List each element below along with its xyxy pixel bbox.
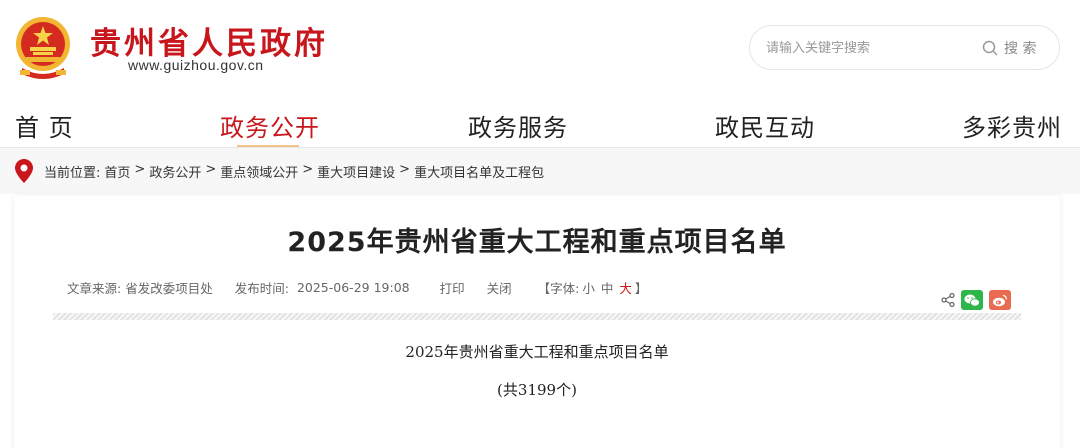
source-label: 文章来源:	[67, 281, 122, 296]
print-link[interactable]: 打印	[440, 278, 465, 297]
breadcrumb: 当前位置: 首页 > 政务公开 > 重点领域公开 > 重大项目建设 > 重大项目…	[44, 162, 544, 181]
font-size-large[interactable]: 大	[619, 278, 632, 297]
font-size-medium[interactable]: 中	[601, 278, 614, 297]
breadcrumb-item-government-affairs[interactable]: 政务公开	[149, 162, 201, 181]
search-box: 搜 索	[749, 25, 1060, 70]
nav-item-colorful-guizhou[interactable]: 多彩贵州	[962, 108, 1062, 143]
nav-item-government-services[interactable]: 政务服务	[468, 108, 568, 143]
breadcrumb-item-major-projects[interactable]: 重大项目建设	[317, 162, 395, 181]
search-button[interactable]: 搜 索	[982, 34, 1052, 62]
article-title: 2025年贵州省重大工程和重点项目名单	[287, 227, 787, 258]
wechat-share-button[interactable]	[961, 290, 983, 310]
breadcrumb-separator: >	[302, 162, 314, 177]
search-icon	[982, 40, 998, 56]
weibo-share-button[interactable]	[989, 290, 1011, 310]
article-meta: 文章来源: 省发改委项目处 发布时间: 2025-06-29 19:08 打印 …	[67, 278, 647, 297]
body-count: (共3199个)	[497, 381, 577, 399]
breadcrumb-separator: >	[205, 162, 217, 177]
breadcrumb-item-home[interactable]: 首页	[104, 162, 130, 181]
font-size-open: 【字体:	[537, 281, 580, 296]
weibo-icon	[993, 294, 1007, 306]
share-icon[interactable]	[941, 293, 955, 307]
location-pin-icon	[15, 159, 33, 183]
site-header: 贵州省人民政府 www.guizhou.gov.cn 搜 索	[0, 0, 1080, 96]
share-bar	[941, 290, 1011, 310]
site-url[interactable]: www.guizhou.gov.cn	[128, 57, 264, 73]
breadcrumb-prefix: 当前位置:	[44, 166, 101, 181]
article-card: 2025年贵州省重大工程和重点项目名单 文章来源: 省发改委项目处 发布时间: …	[14, 196, 1060, 448]
close-link[interactable]: 关闭	[487, 278, 512, 297]
search-input[interactable]	[766, 36, 976, 60]
nav-item-home[interactable]: 首 页	[15, 108, 74, 143]
breadcrumb-bar: 当前位置: 首页 > 政务公开 > 重点领域公开 > 重大项目建设 > 重大项目…	[0, 148, 1080, 194]
breadcrumb-item-project-lists[interactable]: 重大项目名单及工程包	[414, 162, 544, 181]
breadcrumb-separator: >	[399, 162, 411, 177]
breadcrumb-item-key-areas[interactable]: 重点领域公开	[220, 162, 298, 181]
wechat-icon	[964, 294, 980, 307]
font-size-small[interactable]: 小	[582, 278, 595, 297]
body-title: 2025年贵州省重大工程和重点项目名单	[405, 343, 669, 361]
national-emblem-icon[interactable]	[12, 14, 74, 80]
search-button-label: 搜 索	[1004, 41, 1037, 57]
date-label: 发布时间:	[234, 281, 289, 296]
date-value: 2025-06-29 19:08	[296, 280, 410, 295]
font-size-close: 】	[634, 281, 648, 296]
nav-item-government-affairs[interactable]: 政务公开	[220, 108, 320, 143]
title-divider-stripe	[53, 313, 1021, 320]
nav-item-public-interaction[interactable]: 政民互动	[715, 108, 815, 143]
source-value: 省发改委项目处	[125, 281, 213, 296]
breadcrumb-separator: >	[134, 162, 146, 177]
main-nav: 首 页 政务公开 政务服务 政民互动 多彩贵州	[0, 100, 1080, 148]
